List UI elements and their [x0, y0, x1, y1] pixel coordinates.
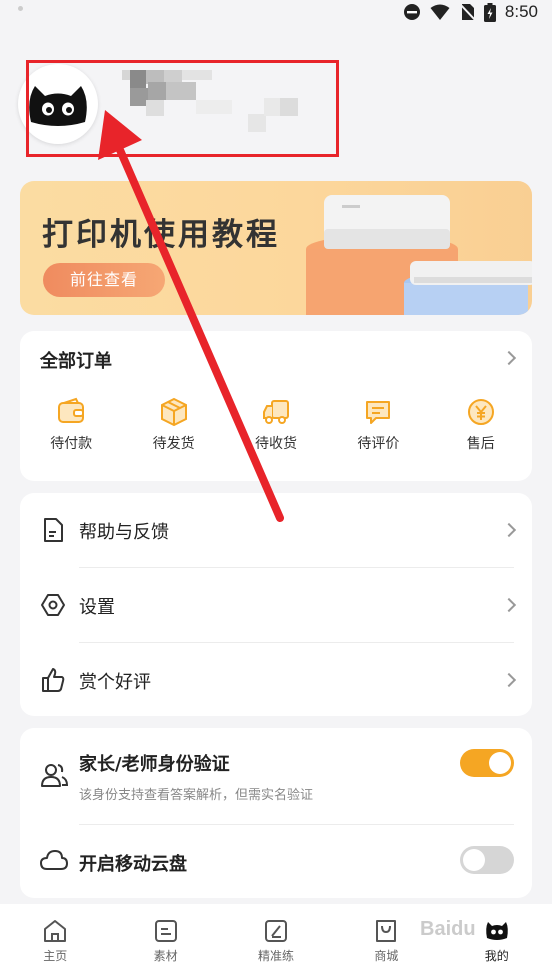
tab-material[interactable]: 素材: [110, 904, 220, 978]
banner-view-button[interactable]: 前往查看: [43, 263, 165, 297]
verify-subtitle: 该身份支持查看答案解析，但需实名验证: [79, 788, 314, 803]
shop-bag-icon: [376, 920, 397, 942]
order-item-label: 待收货: [254, 436, 297, 452]
toggle-knob: [463, 849, 485, 871]
home-icon: [44, 920, 67, 942]
tab-label: 素材: [153, 949, 178, 963]
tab-label: 主页: [43, 949, 68, 963]
practice-icon: [264, 920, 287, 942]
do-not-disturb-icon: [403, 4, 420, 20]
identity-verify-card: 家长/老师身份验证 该身份支持查看答案解析，但需实名验证 开启移动云盘: [20, 728, 532, 898]
tab-mine[interactable]: 我的: [442, 904, 552, 978]
thumbs-up-icon: [42, 668, 65, 692]
tab-shop[interactable]: 商城: [331, 904, 441, 978]
menu-item-label: 赏个好评: [79, 672, 151, 693]
menu-item-rate-app[interactable]: 赏个好评: [20, 643, 532, 717]
verify-toggle[interactable]: [460, 749, 514, 777]
printer-illustration: [306, 195, 532, 315]
order-item-label: 待付款: [50, 436, 93, 452]
battery-icon: [483, 2, 496, 22]
chevron-right-icon: [501, 597, 517, 613]
menu-item-settings[interactable]: 设置: [20, 568, 532, 642]
orders-card: 全部订单 待付款 待发货 待收货 待评价 售后: [20, 331, 532, 481]
comment-icon: [366, 401, 391, 424]
chevron-right-icon[interactable]: [501, 350, 517, 366]
settings-icon: [41, 594, 65, 616]
order-item-label: 待评价: [357, 436, 400, 452]
tab-label: 精准练: [257, 949, 294, 963]
order-item-label: 售后: [466, 436, 495, 452]
box-icon: [160, 397, 187, 427]
menu-item-label: 设置: [79, 597, 115, 618]
tab-label: 我的: [484, 949, 509, 963]
toggle-knob: [489, 752, 511, 774]
tab-home[interactable]: 主页: [0, 904, 110, 978]
truck-icon: [262, 400, 289, 424]
cloud-icon: [40, 850, 68, 870]
order-item-pending-review[interactable]: 待评价: [327, 397, 429, 453]
no-sim-icon: [459, 3, 475, 21]
tab-label: 商城: [374, 949, 399, 963]
order-item-pending-receipt[interactable]: 待收货: [225, 397, 327, 453]
verify-title: 家长/老师身份验证: [79, 754, 230, 775]
menu-item-label: 帮助与反馈: [79, 522, 169, 543]
menu-item-help-feedback[interactable]: 帮助与反馈: [20, 493, 532, 567]
order-item-pending-payment[interactable]: 待付款: [20, 397, 122, 453]
tab-practice[interactable]: 精准练: [221, 904, 331, 978]
document-icon: [44, 518, 63, 542]
divider: [79, 824, 514, 825]
cloud-drive-toggle[interactable]: [460, 846, 514, 874]
order-item-label: 待发货: [152, 436, 195, 452]
status-bar: 8:50: [0, 0, 552, 26]
bottom-tab-bar: 主页 素材 精准练 商城 我的: [0, 904, 552, 978]
order-item-after-sales[interactable]: 售后: [430, 397, 532, 453]
notification-dot: [18, 6, 23, 11]
menu-card: 帮助与反馈 设置 赏个好评: [20, 493, 532, 716]
users-icon: [41, 764, 68, 787]
cloud-drive-label: 开启移动云盘: [79, 854, 187, 875]
material-icon: [154, 920, 177, 942]
banner-title: 打印机使用教程: [42, 217, 280, 253]
cat-avatar-icon: [485, 922, 508, 940]
chevron-right-icon: [501, 522, 517, 538]
status-time: 8:50: [504, 2, 538, 21]
wifi-icon: [430, 4, 450, 20]
orders-title[interactable]: 全部订单: [40, 347, 112, 373]
baidu-watermark: Baidu: [420, 918, 476, 940]
annotation-highlight-box: [26, 60, 339, 157]
printer-tutorial-banner[interactable]: 打印机使用教程 前往查看: [20, 181, 532, 315]
yuan-refund-icon: [467, 399, 494, 425]
wallet-icon: [58, 397, 85, 423]
chevron-right-icon: [501, 672, 517, 688]
order-item-pending-shipment[interactable]: 待发货: [122, 397, 224, 453]
